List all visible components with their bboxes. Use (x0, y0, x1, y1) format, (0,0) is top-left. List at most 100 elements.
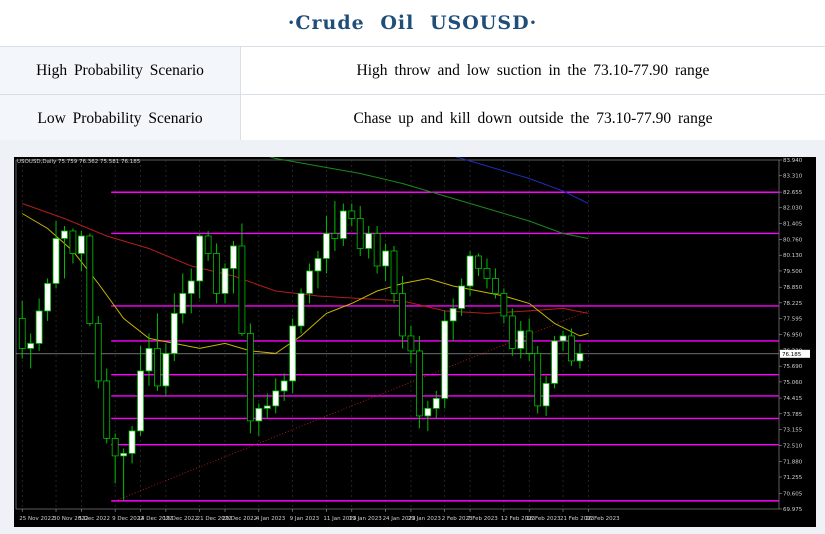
candle-body (542, 383, 550, 407)
candle-body (415, 350, 423, 417)
x-tick-label: 29 Dec 2022 (222, 516, 257, 522)
candle-body (137, 370, 144, 432)
candle-body (18, 318, 26, 349)
y-tick-label: 78.850 (783, 285, 803, 291)
candle-body (483, 268, 491, 279)
candle-body (52, 238, 60, 284)
candle-body (525, 330, 533, 354)
x-tick-label: 19 Jan 2023 (349, 516, 382, 522)
y-tick-label: 73.155 (783, 428, 803, 434)
candle-body (297, 293, 305, 327)
candle-body (77, 235, 85, 254)
y-tick-label: 81.405 (783, 221, 803, 227)
y-tick-label: 71.255 (783, 475, 803, 481)
candle-body (196, 235, 204, 282)
candle-body (348, 210, 356, 219)
candle-body (179, 293, 187, 314)
candle-body (27, 343, 35, 349)
candle-body (170, 313, 178, 354)
candle-body (382, 250, 389, 267)
candle-body (466, 255, 474, 287)
candle-body (86, 235, 94, 324)
x-tick-label: 7 Feb 2023 (467, 516, 498, 522)
candle-body (500, 293, 508, 317)
candle-body (280, 380, 288, 392)
table-row: Low Probability Scenario Chase up and ki… (0, 94, 825, 143)
x-tick-label: 5 Dec 2022 (78, 516, 110, 522)
candle-body (323, 233, 330, 259)
y-tick-label: 80.130 (783, 253, 803, 259)
candle-body (432, 398, 440, 409)
candle-body (365, 233, 373, 249)
page-title: ·Crude Oil USOUSD· (287, 12, 538, 34)
candle-body (61, 230, 68, 239)
candle-body (162, 353, 170, 387)
scenario-description: High throw and low suction in the 73.10-… (240, 47, 825, 95)
candle-body (475, 255, 482, 269)
y-tick-label: 75.060 (783, 380, 803, 386)
candle-body (128, 430, 136, 454)
y-tick-label: 82.655 (783, 190, 803, 196)
candle-body (263, 405, 271, 409)
y-tick-label: 77.595 (783, 317, 803, 323)
y-tick-label: 79.500 (783, 269, 803, 275)
y-tick-label: 70.605 (783, 491, 803, 497)
y-tick-label: 69.975 (783, 507, 803, 513)
candle-body (306, 270, 313, 294)
candle-body (339, 210, 347, 239)
y-tick-label: 82.030 (783, 206, 803, 212)
candle-body (213, 253, 220, 294)
candle-body (35, 310, 43, 344)
candlestick-chart: 83.940 83.310 82.655 82.030 81.405 80.760 80.1… (14, 157, 816, 527)
candle-body (272, 390, 280, 407)
candle-body (373, 233, 381, 267)
candle-body (424, 408, 432, 417)
candle-body (111, 438, 119, 457)
candle-body (492, 278, 499, 294)
candle-body (187, 280, 195, 294)
y-tick-label: 73.785 (783, 412, 803, 418)
candle-body (246, 333, 254, 422)
scenario-description: Chase up and kill down outside the 73.10… (240, 94, 825, 143)
candle-body (230, 245, 237, 269)
candle-body (458, 285, 466, 309)
x-tick-label: 4 Jan 2023 (256, 516, 286, 522)
candle-body (145, 348, 153, 372)
x-tick-label: 16 Feb 2023 (526, 516, 561, 522)
y-tick-label: 75.690 (783, 364, 803, 370)
y-tick-label: 72.510 (783, 444, 803, 450)
candle-body (390, 250, 398, 294)
candle-body (314, 258, 322, 272)
y-tick-label: 74.415 (783, 396, 803, 402)
candle-body (69, 230, 77, 254)
candle-body (399, 293, 406, 337)
candle-body (221, 268, 229, 294)
candle-body (94, 323, 102, 382)
candle-body (103, 380, 111, 439)
y-tick-label: 78.225 (783, 301, 803, 307)
candle-body (204, 235, 212, 254)
candle-body (407, 335, 415, 352)
candle-body (551, 340, 558, 384)
x-tick-label: 29 Jan 2023 (408, 516, 441, 522)
candle-body (289, 325, 297, 382)
candle-body (508, 315, 516, 349)
candle-body (517, 330, 525, 349)
scenario-table: High Probability Scenario High throw and… (0, 47, 825, 143)
x-tick-label: 25 Nov 2022 (19, 516, 54, 522)
candle-body (441, 320, 449, 399)
chart-background (14, 157, 816, 527)
y-tick-label: 83.940 (783, 158, 803, 164)
candle-body (568, 335, 575, 362)
table-row: High Probability Scenario High throw and… (0, 47, 825, 95)
y-tick-label: 80.760 (783, 237, 803, 243)
scenario-label: High Probability Scenario (0, 47, 241, 95)
title-bar: ·Crude Oil USOUSD· (0, 0, 825, 47)
scenario-label: Low Probability Scenario (0, 94, 241, 143)
candle-body (44, 283, 51, 312)
candle-body (449, 308, 457, 322)
candle-body (534, 353, 542, 407)
chart-header: USOUSD,Daily 75.759 76.362 75.581 76.185 (17, 159, 141, 165)
chart-frame: 83.940 83.310 82.655 82.030 81.405 80.760 80.1… (0, 140, 825, 534)
candle-body (238, 245, 246, 334)
